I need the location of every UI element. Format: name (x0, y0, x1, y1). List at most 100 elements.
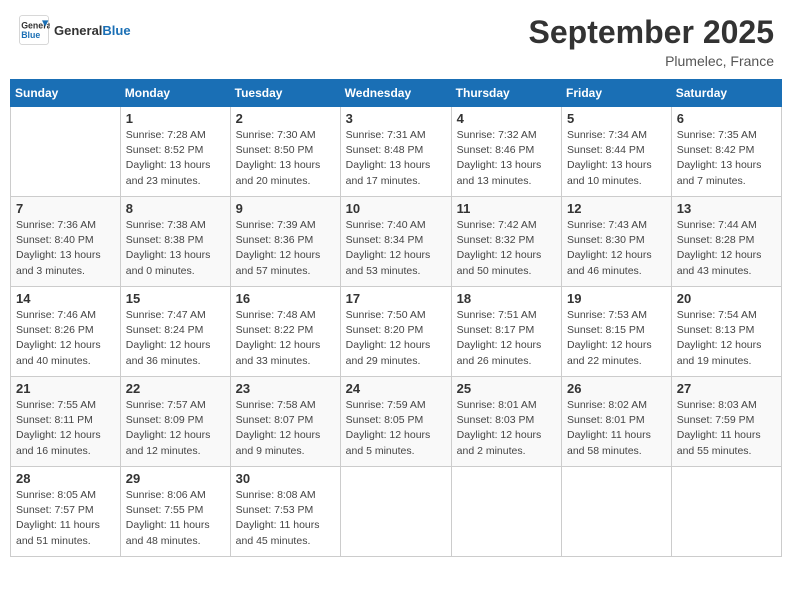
svg-text:Blue: Blue (21, 30, 40, 40)
day-header-tuesday: Tuesday (230, 80, 340, 107)
calendar-cell: 20 Sunrise: 7:54 AM Sunset: 8:13 PM Dayli… (671, 287, 781, 377)
calendar-cell: 2 Sunrise: 7:30 AM Sunset: 8:50 PM Daylig… (230, 107, 340, 197)
day-info: Sunrise: 7:30 AM Sunset: 8:50 PM Dayligh… (236, 128, 335, 189)
subtitle: Plumelec, France (529, 53, 774, 69)
day-number: 9 (236, 201, 335, 216)
calendar-cell: 5 Sunrise: 7:34 AM Sunset: 8:44 PM Daylig… (562, 107, 672, 197)
day-number: 28 (16, 471, 115, 486)
calendar-cell: 1 Sunrise: 7:28 AM Sunset: 8:52 PM Daylig… (120, 107, 230, 197)
day-info: Sunrise: 7:59 AM Sunset: 8:05 PM Dayligh… (346, 398, 446, 459)
day-header-thursday: Thursday (451, 80, 561, 107)
calendar-cell: 16Sunrise: 7:48 AM Sunset: 8:22 PM Dayli… (230, 287, 340, 377)
calendar-week-row: 14 Sunrise: 7:46 AM Sunset: 8:26 PM Dayli… (11, 287, 782, 377)
page-header: General Blue GeneralBlue September 2025 … (10, 10, 782, 73)
day-info: Sunrise: 8:08 AM Sunset: 7:53 PM Dayligh… (236, 488, 335, 549)
day-number: 14 (16, 291, 115, 306)
day-number: 25 (457, 381, 556, 396)
logo-text: GeneralBlue (54, 23, 131, 38)
day-info: Sunrise: 7:31 AM Sunset: 8:48 PM Dayligh… (346, 128, 446, 189)
day-info: Sunrise: 7:38 AM Sunset: 8:38 PM Dayligh… (126, 218, 225, 279)
day-number: 2 (236, 111, 335, 126)
day-header-wednesday: Wednesday (340, 80, 451, 107)
day-number: 15 (126, 291, 225, 306)
calendar-cell: 4 Sunrise: 7:32 AM Sunset: 8:46 PM Daylig… (451, 107, 561, 197)
day-info: Sunrise: 7:50 AM Sunset: 8:20 PM Dayligh… (346, 308, 446, 369)
calendar-cell (562, 467, 672, 557)
calendar-cell: 8 Sunrise: 7:38 AM Sunset: 8:38 PM Daylig… (120, 197, 230, 287)
day-number: 21 (16, 381, 115, 396)
day-header-saturday: Saturday (671, 80, 781, 107)
calendar-cell: 30 Sunrise: 8:08 AM Sunset: 7:53 PM Dayli… (230, 467, 340, 557)
day-info: Sunrise: 7:54 AM Sunset: 8:13 PM Dayligh… (677, 308, 776, 369)
calendar-cell: 22Sunrise: 7:57 AM Sunset: 8:09 PM Dayli… (120, 377, 230, 467)
calendar-week-row: 28 Sunrise: 8:05 AM Sunset: 7:57 PM Dayli… (11, 467, 782, 557)
calendar-cell: 24 Sunrise: 7:59 AM Sunset: 8:05 PM Dayli… (340, 377, 451, 467)
day-number: 23 (236, 381, 335, 396)
calendar-cell: 11Sunrise: 7:42 AM Sunset: 8:32 PM Dayli… (451, 197, 561, 287)
day-number: 18 (457, 291, 556, 306)
calendar-cell: 23Sunrise: 7:58 AM Sunset: 8:07 PM Dayli… (230, 377, 340, 467)
calendar-cell (11, 107, 121, 197)
calendar-cell: 6Sunrise: 7:35 AM Sunset: 8:42 PM Daylig… (671, 107, 781, 197)
day-info: Sunrise: 7:47 AM Sunset: 8:24 PM Dayligh… (126, 308, 225, 369)
day-info: Sunrise: 7:36 AM Sunset: 8:40 PM Dayligh… (16, 218, 115, 279)
calendar-week-row: 21Sunrise: 7:55 AM Sunset: 8:11 PM Dayli… (11, 377, 782, 467)
calendar-table: SundayMondayTuesdayWednesdayThursdayFrid… (10, 79, 782, 557)
calendar-cell (451, 467, 561, 557)
day-number: 30 (236, 471, 335, 486)
calendar-cell: 19Sunrise: 7:53 AM Sunset: 8:15 PM Dayli… (562, 287, 672, 377)
day-number: 17 (346, 291, 446, 306)
calendar-cell (340, 467, 451, 557)
day-header-monday: Monday (120, 80, 230, 107)
day-number: 8 (126, 201, 225, 216)
day-info: Sunrise: 8:05 AM Sunset: 7:57 PM Dayligh… (16, 488, 115, 549)
day-info: Sunrise: 8:01 AM Sunset: 8:03 PM Dayligh… (457, 398, 556, 459)
calendar-cell: 3 Sunrise: 7:31 AM Sunset: 8:48 PM Daylig… (340, 107, 451, 197)
calendar-cell: 9 Sunrise: 7:39 AM Sunset: 8:36 PM Daylig… (230, 197, 340, 287)
day-header-friday: Friday (562, 80, 672, 107)
day-info: Sunrise: 7:28 AM Sunset: 8:52 PM Dayligh… (126, 128, 225, 189)
day-number: 4 (457, 111, 556, 126)
calendar-cell: 27 Sunrise: 8:03 AM Sunset: 7:59 PM Dayli… (671, 377, 781, 467)
calendar-cell: 18Sunrise: 7:51 AM Sunset: 8:17 PM Dayli… (451, 287, 561, 377)
calendar-cell: 17 Sunrise: 7:50 AM Sunset: 8:20 PM Dayli… (340, 287, 451, 377)
day-number: 12 (567, 201, 666, 216)
day-info: Sunrise: 7:34 AM Sunset: 8:44 PM Dayligh… (567, 128, 666, 189)
calendar-week-row: 7Sunrise: 7:36 AM Sunset: 8:40 PM Daylig… (11, 197, 782, 287)
day-number: 22 (126, 381, 225, 396)
day-number: 24 (346, 381, 446, 396)
calendar-cell: 28 Sunrise: 8:05 AM Sunset: 7:57 PM Dayli… (11, 467, 121, 557)
calendar-header-row: SundayMondayTuesdayWednesdayThursdayFrid… (11, 80, 782, 107)
calendar-cell: 26 Sunrise: 8:02 AM Sunset: 8:01 PM Dayli… (562, 377, 672, 467)
day-info: Sunrise: 7:32 AM Sunset: 8:46 PM Dayligh… (457, 128, 556, 189)
calendar-cell: 14 Sunrise: 7:46 AM Sunset: 8:26 PM Dayli… (11, 287, 121, 377)
logo: General Blue GeneralBlue (18, 14, 131, 46)
day-info: Sunrise: 7:40 AM Sunset: 8:34 PM Dayligh… (346, 218, 446, 279)
day-number: 27 (677, 381, 776, 396)
day-number: 10 (346, 201, 446, 216)
logo-icon: General Blue (18, 14, 50, 46)
day-number: 6 (677, 111, 776, 126)
title-block: September 2025 Plumelec, France (529, 14, 774, 69)
day-number: 16 (236, 291, 335, 306)
calendar-cell: 13Sunrise: 7:44 AM Sunset: 8:28 PM Dayli… (671, 197, 781, 287)
day-number: 3 (346, 111, 446, 126)
day-number: 26 (567, 381, 666, 396)
calendar-cell: 7Sunrise: 7:36 AM Sunset: 8:40 PM Daylig… (11, 197, 121, 287)
day-info: Sunrise: 8:03 AM Sunset: 7:59 PM Dayligh… (677, 398, 776, 459)
day-info: Sunrise: 7:42 AM Sunset: 8:32 PM Dayligh… (457, 218, 556, 279)
day-info: Sunrise: 7:43 AM Sunset: 8:30 PM Dayligh… (567, 218, 666, 279)
calendar-cell (671, 467, 781, 557)
calendar-week-row: 1 Sunrise: 7:28 AM Sunset: 8:52 PM Daylig… (11, 107, 782, 197)
calendar-cell: 15 Sunrise: 7:47 AM Sunset: 8:24 PM Dayli… (120, 287, 230, 377)
day-number: 5 (567, 111, 666, 126)
day-info: Sunrise: 7:46 AM Sunset: 8:26 PM Dayligh… (16, 308, 115, 369)
day-number: 1 (126, 111, 225, 126)
calendar-cell: 12 Sunrise: 7:43 AM Sunset: 8:30 PM Dayli… (562, 197, 672, 287)
day-info: Sunrise: 8:02 AM Sunset: 8:01 PM Dayligh… (567, 398, 666, 459)
day-info: Sunrise: 7:39 AM Sunset: 8:36 PM Dayligh… (236, 218, 335, 279)
day-number: 20 (677, 291, 776, 306)
day-info: Sunrise: 7:44 AM Sunset: 8:28 PM Dayligh… (677, 218, 776, 279)
day-info: Sunrise: 7:53 AM Sunset: 8:15 PM Dayligh… (567, 308, 666, 369)
calendar-cell: 25 Sunrise: 8:01 AM Sunset: 8:03 PM Dayli… (451, 377, 561, 467)
